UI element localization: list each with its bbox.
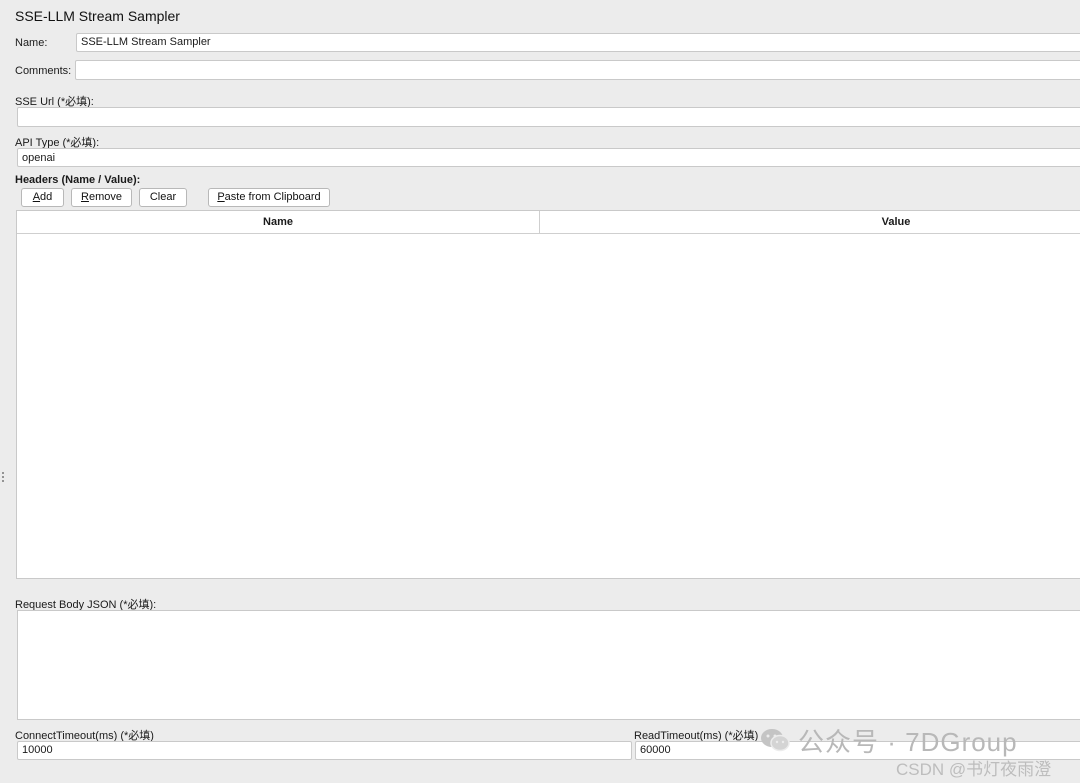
paste-button-label: aste from Clipboard <box>224 191 321 203</box>
api-type-value: openai <box>22 152 56 164</box>
api-type-select[interactable]: openai <box>17 148 1080 167</box>
headers-table-header: Name Value <box>17 211 1080 234</box>
watermark: 公众号 · 7DGroup <box>760 722 1018 758</box>
headers-label: Headers (Name / Value): <box>15 174 141 186</box>
splitter-handle[interactable] <box>2 472 5 484</box>
request-body-textarea[interactable] <box>17 610 1080 720</box>
headers-table[interactable]: Name Value <box>16 210 1080 579</box>
column-header-name[interactable]: Name <box>17 211 539 233</box>
comments-input[interactable] <box>75 60 1080 80</box>
add-button[interactable]: Add <box>21 188 64 207</box>
remove-button-mnemonic: R <box>81 191 89 203</box>
sse-url-input[interactable] <box>17 107 1080 127</box>
connect-timeout-input[interactable]: 10000 <box>17 741 632 760</box>
watermark-text: 公众号 · 7DGroup <box>798 726 1018 757</box>
paste-from-clipboard-button[interactable]: Paste from Clipboard <box>208 188 330 207</box>
column-header-value[interactable]: Value <box>540 211 1080 233</box>
add-button-mnemonic: A <box>32 191 41 203</box>
add-button-label: dd <box>40 191 53 203</box>
name-input[interactable]: SSE-LLM Stream Sampler <box>76 33 1080 52</box>
name-label: Name: <box>15 37 48 49</box>
watermark-credit: CSDN @书灯夜雨澄 <box>896 760 1052 779</box>
remove-button-label: emove <box>88 191 122 203</box>
remove-button[interactable]: Remove <box>71 188 132 207</box>
page-title: SSE-LLM Stream Sampler <box>15 8 180 24</box>
clear-button-label: Clear <box>149 191 177 203</box>
wechat-icon <box>761 729 790 752</box>
paste-button-mnemonic: P <box>217 191 225 203</box>
comments-label: Comments: <box>15 65 72 77</box>
clear-button[interactable]: Clear <box>139 188 187 207</box>
